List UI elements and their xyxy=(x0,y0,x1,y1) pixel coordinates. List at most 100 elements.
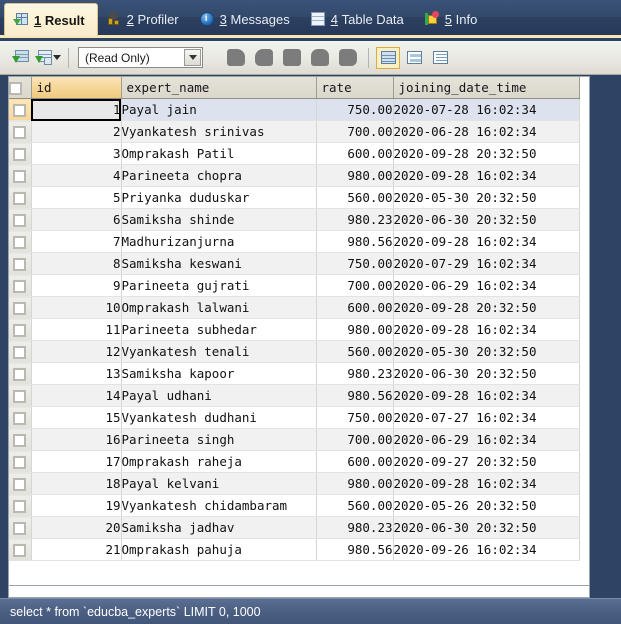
row-checkbox[interactable] xyxy=(13,478,27,491)
cell-id[interactable]: 21 xyxy=(31,538,122,561)
row-checkbox[interactable] xyxy=(13,544,27,557)
row-select-cell[interactable] xyxy=(9,516,32,539)
cell-rate[interactable]: 600.00 xyxy=(316,142,394,165)
cell-joining-date-time[interactable]: 2020-05-30 20:32:50 xyxy=(393,340,580,363)
table-row[interactable]: 10 Omprakash lalwani 600.00 2020-09-28 20:3… xyxy=(9,296,580,319)
cell-joining-date-time[interactable]: 2020-09-28 16:02:34 xyxy=(393,472,580,495)
table-row[interactable]: 5 Priyanka duduskar 560.00 2020-05-30 20:32… xyxy=(9,186,580,209)
cell-joining-date-time[interactable]: 2020-09-28 16:02:34 xyxy=(393,164,580,187)
row-select-cell[interactable] xyxy=(9,274,32,297)
cell-rate[interactable]: 980.00 xyxy=(316,164,394,187)
cell-joining-date-time[interactable]: 2020-07-29 16:02:34 xyxy=(393,252,580,275)
table-row[interactable]: 17 Omprakash raheja 600.00 2020-09-27 20:32… xyxy=(9,450,580,473)
cell-expert-name[interactable]: Payal udhani xyxy=(121,384,317,407)
cell-rate[interactable]: 980.23 xyxy=(316,516,394,539)
row-select-cell[interactable] xyxy=(9,296,32,319)
cell-expert-name[interactable]: Payal kelvani xyxy=(121,472,317,495)
cell-expert-name[interactable]: Madhurizanjurna xyxy=(121,230,317,253)
cell-id[interactable]: 20 xyxy=(31,516,122,539)
row-checkbox[interactable] xyxy=(13,324,27,337)
tab-info[interactable]: 5 Info xyxy=(416,3,490,35)
cell-expert-name[interactable]: Omprakash Patil xyxy=(121,142,317,165)
cell-id[interactable]: 18 xyxy=(31,472,122,495)
cell-joining-date-time[interactable]: 2020-07-28 16:02:34 xyxy=(393,98,580,121)
table-row[interactable]: 1 Payal jain 750.00 2020-07-28 16:02:34 xyxy=(9,98,580,121)
cell-expert-name[interactable]: Parineeta gujrati xyxy=(121,274,317,297)
cell-joining-date-time[interactable]: 2020-09-27 20:32:50 xyxy=(393,450,580,473)
cell-id[interactable]: 17 xyxy=(31,450,122,473)
table-row[interactable]: 2 Vyankatesh srinivas 700.00 2020-06-28 16:… xyxy=(9,120,580,143)
cell-joining-date-time[interactable]: 2020-06-30 20:32:50 xyxy=(393,208,580,231)
cell-rate[interactable]: 980.56 xyxy=(316,230,394,253)
cell-joining-date-time[interactable]: 2020-07-27 16:02:34 xyxy=(393,406,580,429)
cell-rate[interactable]: 750.00 xyxy=(316,98,394,121)
tab-table-data[interactable]: 4 Table Data xyxy=(302,3,416,35)
row-checkbox[interactable] xyxy=(13,302,27,315)
row-checkbox[interactable] xyxy=(13,192,27,205)
cell-expert-name[interactable]: Omprakash raheja xyxy=(121,450,317,473)
cell-joining-date-time[interactable]: 2020-09-26 16:02:34 xyxy=(393,538,580,561)
column-header-rate[interactable]: rate xyxy=(316,77,394,99)
cell-joining-date-time[interactable]: 2020-09-28 20:32:50 xyxy=(393,142,580,165)
cell-id[interactable]: 6 xyxy=(31,208,122,231)
edit-mode-select[interactable]: (Read Only) xyxy=(78,47,203,68)
row-checkbox[interactable] xyxy=(13,280,27,293)
export-resultset-options-button[interactable] xyxy=(35,46,61,70)
row-checkbox[interactable] xyxy=(13,346,27,359)
table-row[interactable]: 14 Payal udhani 980.56 2020-09-28 16:02:34 xyxy=(9,384,580,407)
cell-id[interactable]: 14 xyxy=(31,384,122,407)
cell-rate[interactable]: 600.00 xyxy=(316,450,394,473)
row-checkbox[interactable] xyxy=(13,522,27,535)
cell-id[interactable]: 5 xyxy=(31,186,122,209)
cell-rate[interactable]: 700.00 xyxy=(316,428,394,451)
row-checkbox[interactable] xyxy=(13,258,27,271)
row-checkbox[interactable] xyxy=(13,390,27,403)
cell-id[interactable]: 13 xyxy=(31,362,122,385)
cell-joining-date-time[interactable]: 2020-09-28 16:02:34 xyxy=(393,384,580,407)
cell-id[interactable]: 3 xyxy=(31,142,122,165)
cell-expert-name[interactable]: Omprakash pahuja xyxy=(121,538,317,561)
cell-expert-name[interactable]: Samiksha jadhav xyxy=(121,516,317,539)
cell-expert-name[interactable]: Vyankatesh srinivas xyxy=(121,120,317,143)
cell-rate[interactable]: 980.23 xyxy=(316,362,394,385)
cell-expert-name[interactable]: Samiksha keswani xyxy=(121,252,317,275)
cell-expert-name[interactable]: Samiksha kapoor xyxy=(121,362,317,385)
row-select-cell[interactable] xyxy=(9,538,32,561)
cell-id[interactable]: 4 xyxy=(31,164,122,187)
column-header-id[interactable]: id xyxy=(31,77,122,99)
cell-expert-name[interactable]: Vyankatesh dudhani xyxy=(121,406,317,429)
cell-id[interactable]: 10 xyxy=(31,296,122,319)
cell-expert-name[interactable]: Payal jain xyxy=(121,98,317,121)
row-checkbox[interactable] xyxy=(13,214,27,227)
table-row[interactable]: 20 Samiksha jadhav 980.23 2020-06-30 20:32:… xyxy=(9,516,580,539)
cell-joining-date-time[interactable]: 2020-09-28 16:02:34 xyxy=(393,318,580,341)
cell-joining-date-time[interactable]: 2020-09-28 16:02:34 xyxy=(393,230,580,253)
text-view-button[interactable] xyxy=(428,47,452,69)
row-select-cell[interactable] xyxy=(9,340,32,363)
form-view-button[interactable] xyxy=(402,47,426,69)
cell-joining-date-time[interactable]: 2020-06-28 16:02:34 xyxy=(393,120,580,143)
cell-joining-date-time[interactable]: 2020-06-30 20:32:50 xyxy=(393,362,580,385)
cell-rate[interactable]: 980.00 xyxy=(316,472,394,495)
row-select-cell[interactable] xyxy=(9,406,32,429)
row-select-cell[interactable] xyxy=(9,384,32,407)
cell-rate[interactable]: 980.56 xyxy=(316,538,394,561)
table-row[interactable]: 4 Parineeta chopra 980.00 2020-09-28 16:02:… xyxy=(9,164,580,187)
table-row[interactable]: 19 Vyankatesh chidambaram 560.00 2020-05-26… xyxy=(9,494,580,517)
row-select-cell[interactable] xyxy=(9,252,32,275)
table-row[interactable]: 16 Parineeta singh 700.00 2020-06-29 16:02:… xyxy=(9,428,580,451)
cell-expert-name[interactable]: Parineeta singh xyxy=(121,428,317,451)
result-grid[interactable]: id expert_name rate joining_date_time 1P… xyxy=(8,76,590,586)
cell-id[interactable]: 15 xyxy=(31,406,122,429)
cell-expert-name[interactable]: Vyankatesh chidambaram xyxy=(121,494,317,517)
row-checkbox[interactable] xyxy=(13,170,27,183)
table-row[interactable]: 13 Samiksha kapoor 980.23 2020-06-30 20:32:… xyxy=(9,362,580,385)
cell-id[interactable]: 19 xyxy=(31,494,122,517)
cell-id[interactable]: 2 xyxy=(31,120,122,143)
tab-messages[interactable]: i 3 Messages xyxy=(191,3,302,35)
cell-joining-date-time[interactable]: 2020-05-30 20:32:50 xyxy=(393,186,580,209)
table-row[interactable]: 11 Parineeta subhedar 980.00 2020-09-28 16:… xyxy=(9,318,580,341)
row-select-cell[interactable] xyxy=(9,98,32,121)
export-resultset-button[interactable] xyxy=(7,46,33,70)
cell-joining-date-time[interactable]: 2020-06-29 16:02:34 xyxy=(393,274,580,297)
